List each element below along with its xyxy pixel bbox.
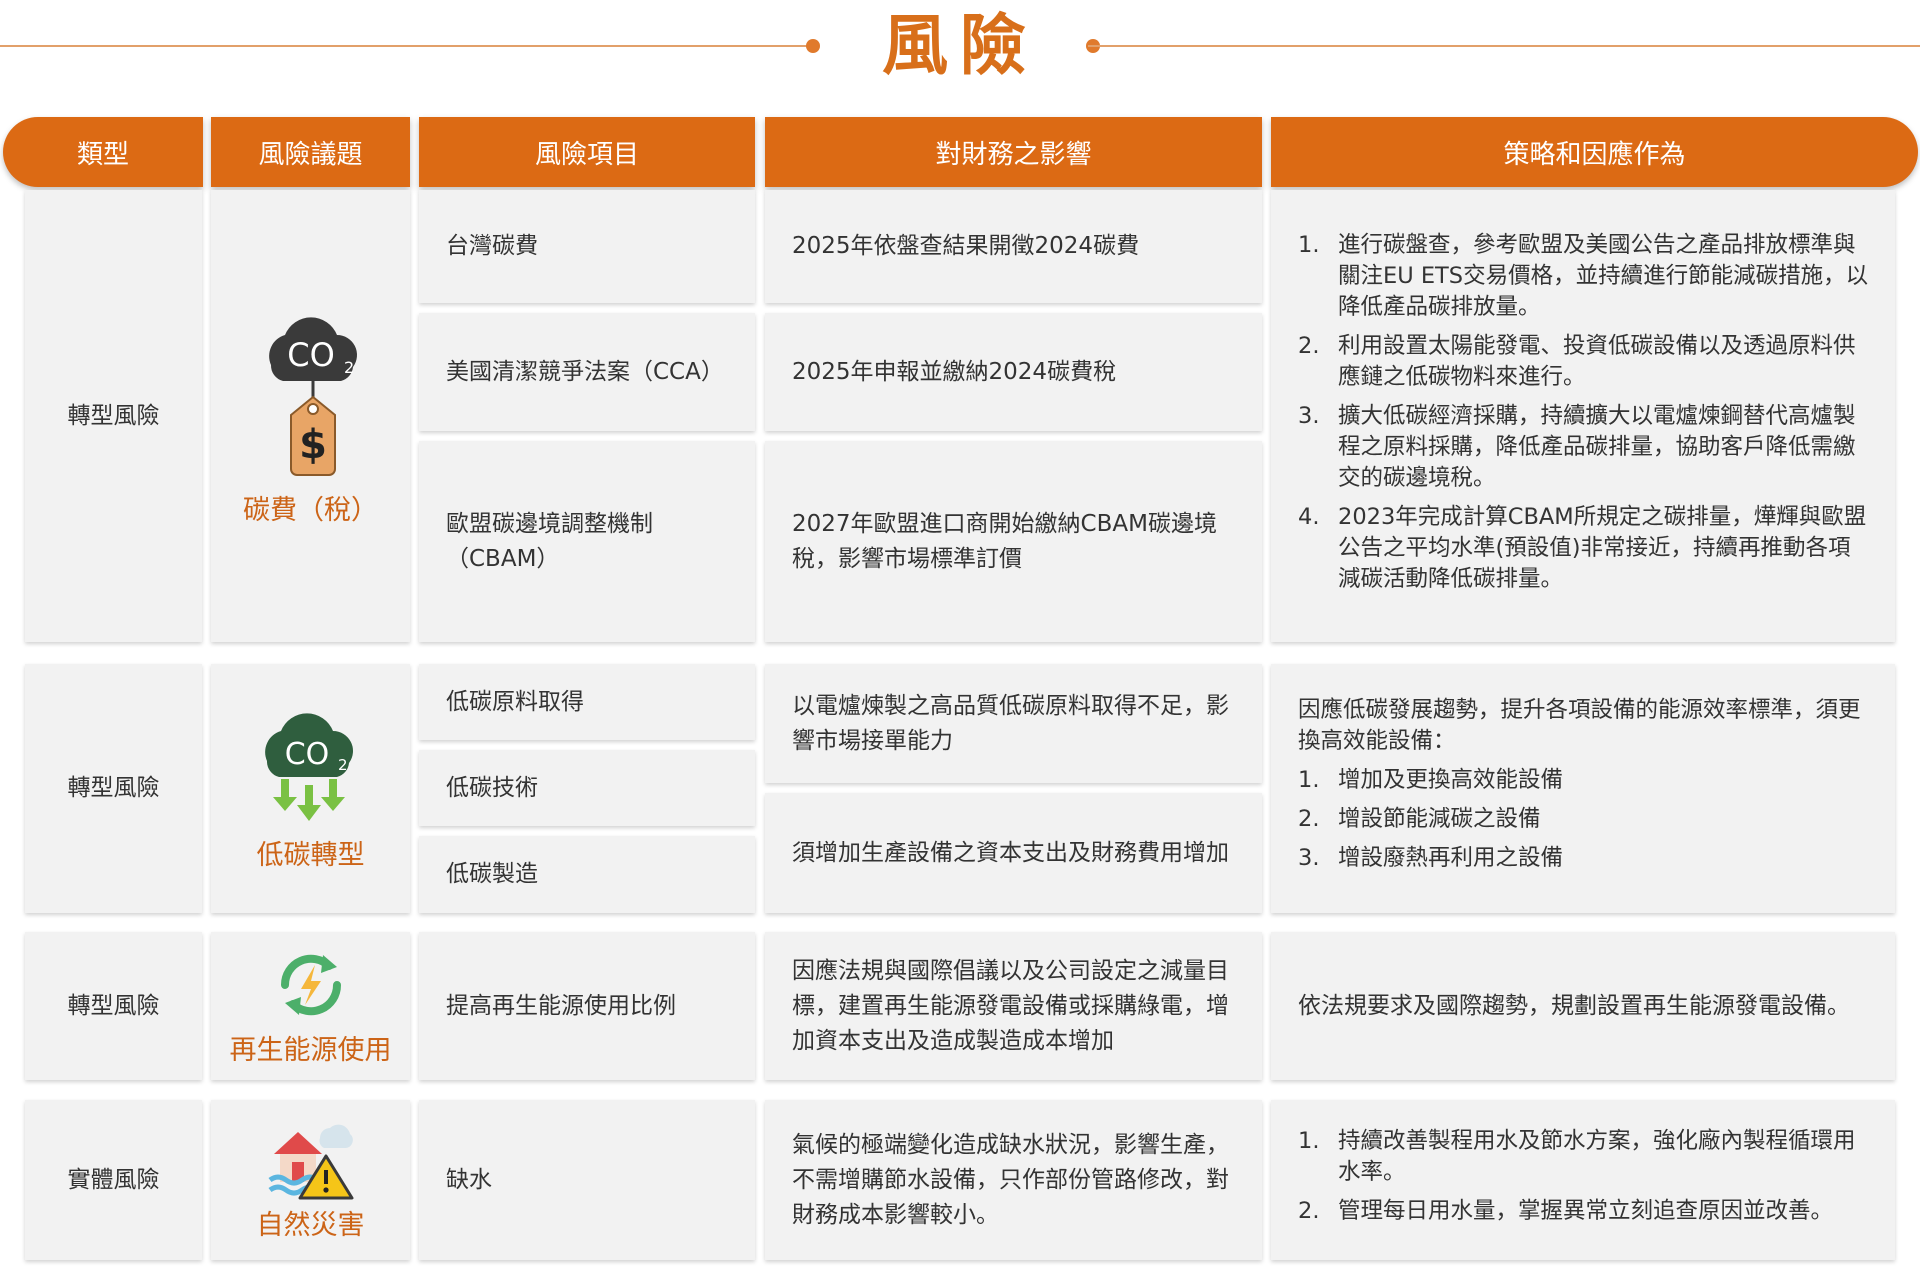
item-cell: 提高再生能源使用比例: [419, 932, 755, 1080]
title-banner: 風險: [0, 0, 1920, 100]
strategy-cell: 1. 持續改善製程用水及節水方案，強化廠內製程循環用水率。 2. 管理每日用水量，掌…: [1271, 1100, 1895, 1260]
strategy-cell: 依法規要求及國際趨勢，規劃設置再生能源發電設備。: [1271, 932, 1895, 1080]
strategy-list: 1. 持續改善製程用水及節水方案，強化廠內製程循環用水率。 2. 管理每日用水量，掌…: [1298, 1126, 1869, 1235]
strategy-cell: 1. 進行碳盤查，參考歐盟及美國公告之產品排放標準與關注EU ETS交易價格，並持…: [1271, 190, 1895, 642]
item-cell: 低碳製造: [419, 836, 755, 913]
title-dot-left: [806, 39, 820, 53]
svg-text:2: 2: [338, 756, 348, 774]
natural-disaster-icon: [268, 1124, 353, 1199]
impact-cell: 須增加生產設備之資本支出及財務費用增加: [765, 793, 1262, 913]
item-cell: 低碳技術: [419, 750, 755, 826]
issue-label: 碳費（稅）: [243, 494, 378, 526]
svg-text:CO: CO: [284, 737, 329, 772]
strategy-item: 2. 增設節能減碳之設備: [1298, 806, 1541, 832]
impact-cell: 以電爐煉製之高品質低碳原料取得不足，影響市場接單能力: [765, 664, 1262, 783]
item-cell: 台灣碳費: [419, 190, 755, 303]
strategy-item: 3. 增設廢熱再利用之設備: [1298, 845, 1564, 871]
strategy-item: 1. 進行碳盤查，參考歐盟及美國公告之產品排放標準與關注EU ETS交易價格，並持…: [1298, 231, 1869, 320]
issue-label: 自然災害: [256, 1209, 365, 1241]
item-cell: 美國清潔競爭法案（CCA）: [419, 313, 755, 431]
impact-cell: 2025年申報並繳納2024碳費稅: [765, 313, 1262, 431]
svg-text:$: $: [299, 422, 327, 468]
title-line-right: [1088, 45, 1920, 47]
title-line-left: [0, 45, 812, 47]
type-cell: 實體風險: [25, 1100, 202, 1260]
co2-price-tag-icon: CO 2 $: [268, 316, 357, 476]
item-cell: 缺水: [419, 1100, 755, 1260]
strategy-cell: 因應低碳發展趨勢，提升各項設備的能源效率標準，須更換高效能設備： 1. 增加及更換…: [1271, 664, 1895, 913]
impact-cell: 因應法規與國際倡議以及公司設定之減量目標，建置再生能源發電設備或採購綠電，增加資…: [765, 932, 1262, 1080]
issue-cell: 再生能源使用: [211, 932, 410, 1080]
renewable-energy-icon: [280, 954, 341, 1015]
issue-cell: CO 2 低碳轉型: [211, 664, 410, 913]
strategy-item: 1. 持續改善製程用水及節水方案，強化廠內製程循環用水率。: [1298, 1127, 1856, 1185]
type-cell: 轉型風險: [25, 932, 202, 1080]
header-type: 類型: [3, 117, 203, 187]
impact-cell: 2027年歐盟進口商開始繳納CBAM碳邊境稅，影響市場標準訂價: [765, 441, 1262, 642]
strategy-item: 3. 擴大低碳經濟採購，持續擴大以電爐煉鋼替代高爐製程之原料採購，降低產品碳排量，…: [1298, 402, 1856, 491]
item-cell: 低碳原料取得: [419, 664, 755, 740]
item-cell: 歐盟碳邊境調整機制（CBAM）: [419, 441, 755, 642]
co2-reduction-icon: CO 2: [264, 712, 353, 821]
strategy-item: 2. 管理每日用水量，掌握異常立刻追查原因並改善。: [1298, 1197, 1834, 1224]
header-item: 風險項目: [419, 117, 755, 187]
issue-cell: 自然災害: [211, 1100, 410, 1260]
type-cell: 轉型風險: [25, 664, 202, 913]
impact-cell: 氣候的極端變化造成缺水狀況，影響生產，不需增購節水設備，只作部份管路修改，對財務…: [765, 1100, 1262, 1260]
strategy-item: 2. 利用設置太陽能發電、投資低碳設備以及透過原料供應鏈之低碳物料來進行。: [1298, 332, 1856, 390]
type-cell: 轉型風險: [25, 190, 202, 642]
svg-text:2: 2: [344, 358, 354, 377]
svg-text:CO: CO: [287, 336, 335, 374]
strategy-intro: 因應低碳發展趨勢，提升各項設備的能源效率標準，須更換高效能設備：: [1298, 697, 1861, 754]
issue-label: 低碳轉型: [256, 839, 365, 871]
issue-label: 再生能源使用: [229, 1034, 392, 1066]
page-title: 風險: [882, 6, 1038, 84]
impact-cell: 2025年依盤查結果開徵2024碳費: [765, 190, 1262, 303]
header-impact: 對財務之影響: [765, 117, 1262, 187]
strategy-list: 1. 進行碳盤查，參考歐盟及美國公告之產品排放標準與關注EU ETS交易價格，並持…: [1298, 230, 1869, 603]
issue-cell: CO 2 $ 碳費（稅）: [211, 190, 410, 642]
header-strategy: 策略和因應作為: [1271, 117, 1918, 187]
header-issue: 風險議題: [211, 117, 410, 187]
strategy-list: 1. 增加及更換高效能設備 2. 增設節能減碳之設備 3. 增設廢熱再利用之設備: [1298, 765, 1869, 874]
strategy-item: 1. 增加及更換高效能設備: [1298, 767, 1564, 793]
strategy-item: 4. 2023年完成計算CBAM所規定之碳排量，燁輝與歐盟公告之平均水準(預設值)…: [1298, 503, 1867, 592]
